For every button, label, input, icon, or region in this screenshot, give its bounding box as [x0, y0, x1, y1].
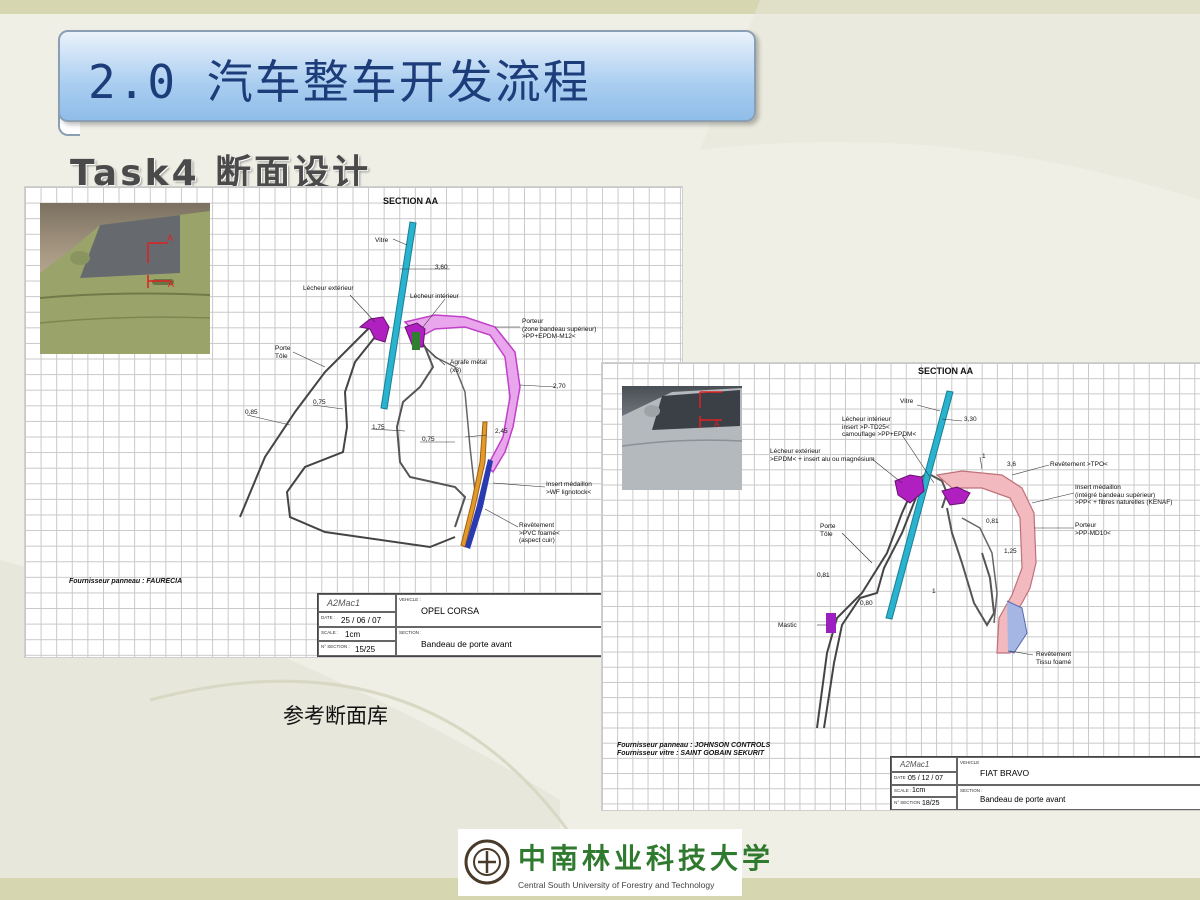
- a2mac1-logo: A2Mac1: [900, 760, 930, 769]
- label-vitre: Vitre: [900, 398, 914, 405]
- label-lecheur-interieur: Lécheur intérieur insert >P-TD25< camouf…: [842, 416, 917, 438]
- car-photo-fiat: A: [622, 386, 742, 490]
- dimension: 0,85: [245, 409, 258, 416]
- section-title: SECTION AA: [918, 366, 974, 376]
- label-insert-medaillon: Insert médaillon (intégré bandeau supéri…: [1075, 484, 1173, 506]
- car-photo-opel: A A: [40, 203, 210, 354]
- university-name-en: Central South University of Forestry and…: [518, 880, 715, 890]
- car-door-image: [40, 211, 210, 354]
- caption-reference-library: 参考断面库: [283, 704, 388, 728]
- label-agrafe: Agrafe métal (x3): [450, 359, 487, 374]
- dimension: 1,25: [1004, 548, 1017, 555]
- supplier-text: Fournisseur panneau : JOHNSON CONTROLS F…: [617, 742, 771, 757]
- label-revetement: Revêtement >PVC foamé< (aspect cuir): [519, 522, 560, 544]
- section-name: Bandeau de porte avant: [421, 639, 512, 649]
- section-number: 18/25: [922, 800, 940, 807]
- dimension: 2,70: [553, 383, 566, 390]
- title-block: A2Mac1 DATE : 25 / 06 / 07 SCALE : 1cm N…: [317, 593, 605, 657]
- dimension: 3,6: [1007, 461, 1017, 468]
- label-lecheur-exterieur: Lécheur extérieur >EPDM< + insert alu ou…: [770, 448, 875, 463]
- section-name: Bandeau de porte avant: [980, 795, 1066, 804]
- section-number: 15/25: [355, 645, 376, 654]
- label-revetement-tpo: Revêtement >TPO<: [1050, 461, 1108, 468]
- section-marker: A: [168, 279, 175, 289]
- section-marker: A: [167, 233, 174, 243]
- dimension: 2,45: [495, 428, 508, 435]
- dimension: 3,30: [964, 416, 977, 423]
- a2mac1-logo: A2Mac1: [327, 598, 361, 608]
- dimension: 0,81: [817, 572, 830, 579]
- title-block: A2Mac1 DATE : 05 / 12 / 07 SCALE : 1cm N…: [890, 756, 1200, 810]
- label-porte: Porte Tôle: [820, 523, 836, 538]
- dimension: 1: [932, 588, 936, 595]
- label-lecheur-exterieur: Lécheur extérieur: [303, 285, 354, 292]
- dimension: 1: [982, 453, 986, 460]
- supplier-text: Fournisseur panneau : FAURECIA: [69, 578, 183, 585]
- drawing-date: 05 / 12 / 07: [908, 775, 944, 782]
- section-title: SECTION AA: [383, 196, 439, 206]
- label-porteur: Porteur (zone bandeau supérieur) >PP+EPD…: [522, 318, 597, 340]
- university-name-cn: 中南林业科技大学: [518, 842, 775, 875]
- drawing-date: 25 / 06 / 07: [341, 616, 382, 625]
- label-porte: Porte Tôle: [275, 345, 291, 360]
- dimension: 0,80: [860, 600, 873, 607]
- dimension: 0,75: [422, 436, 435, 443]
- car-door-image: [622, 388, 742, 490]
- dimension: 1,75: [372, 424, 385, 431]
- section-marker: A: [714, 420, 720, 429]
- dimension: 0,75: [313, 399, 326, 406]
- label-vitre: Vitre: [375, 237, 389, 244]
- label-lecheur-interieur: Lécheur intérieur: [410, 293, 459, 300]
- drawing-scale: 1cm: [345, 630, 361, 639]
- vehicle-name: FIAT BRAVO: [980, 768, 1030, 778]
- vehicle-name: OPEL CORSA: [421, 606, 480, 616]
- drawing-scale: 1cm: [912, 787, 926, 794]
- slide-title: 2.0 汽车整车开发流程: [88, 55, 591, 109]
- label-revetement-tissu: Revêtement Tissu foamé: [1036, 651, 1072, 666]
- label-insert-medaillon: Insert médaillon >WF lignotock<: [546, 481, 592, 496]
- university-logo: 中南林业科技大学 Central South University of For…: [458, 829, 770, 896]
- label-mastic: Mastic: [778, 622, 797, 629]
- university-seal-icon: [464, 839, 510, 885]
- dimension: 0,81: [986, 518, 999, 525]
- label-porteur: Porteur >PP-MD10<: [1075, 522, 1111, 537]
- dimension: 3,60: [435, 264, 448, 271]
